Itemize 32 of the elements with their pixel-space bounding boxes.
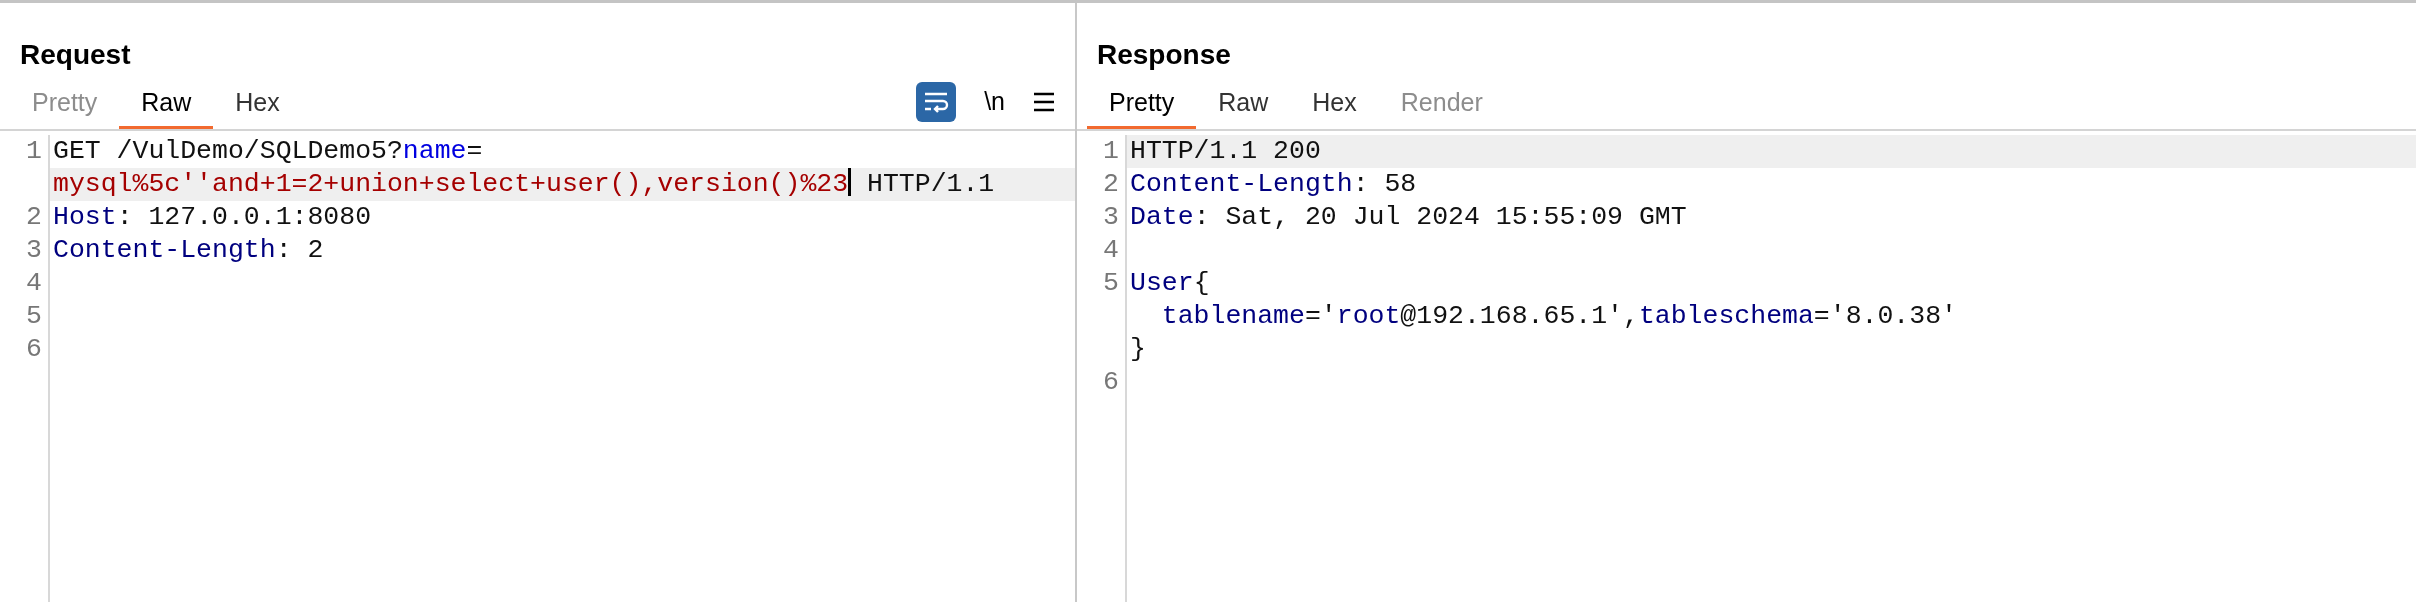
line-number: 6	[26, 334, 42, 364]
wrap-lines-button[interactable]	[916, 82, 957, 122]
tab[interactable]: Raw	[1196, 79, 1291, 129]
code-line: Date: Sat, 20 Jul 2024 15:55:09 GMT	[1129, 201, 1688, 234]
text-cursor	[848, 168, 852, 196]
line-number: 3	[1103, 202, 1119, 232]
panel-title: Request	[19, 38, 132, 72]
line-number: 6	[1103, 367, 1119, 397]
code-line: Content-Length: 2	[52, 234, 325, 267]
code-line: User{	[1129, 267, 1211, 300]
code-line: tablename='root@192.168.65.1',tableschema='8.0.38'	[1160, 300, 1958, 333]
newline-toggle[interactable]: \n	[984, 83, 1005, 121]
line-number: 1	[26, 136, 42, 166]
menu-icon[interactable]	[1033, 92, 1055, 112]
line-number: 2	[26, 202, 42, 232]
code-line: }	[1129, 333, 1147, 366]
line-number: 5	[26, 301, 42, 331]
line-number: 5	[1103, 268, 1119, 298]
tab[interactable]: Pretty	[1087, 79, 1197, 129]
line-number: 3	[26, 235, 42, 265]
line-number: 4	[26, 268, 42, 298]
code-line: Host: 127.0.0.1:8080	[52, 201, 373, 234]
panel-title: Response	[1096, 38, 1232, 72]
tab[interactable]: Hex	[1290, 79, 1379, 129]
code-line: GET /VulDemo/SQLDemo5?name=	[52, 135, 484, 168]
line-number: 2	[1103, 169, 1119, 199]
wrap-lines-icon	[923, 91, 950, 113]
line-number: 1	[1103, 136, 1119, 166]
line-number: 4	[1103, 235, 1119, 265]
tab[interactable]: Hex	[213, 79, 302, 129]
code-line: Content-Length: 58	[1129, 168, 1418, 201]
tab[interactable]: Raw	[119, 79, 214, 129]
